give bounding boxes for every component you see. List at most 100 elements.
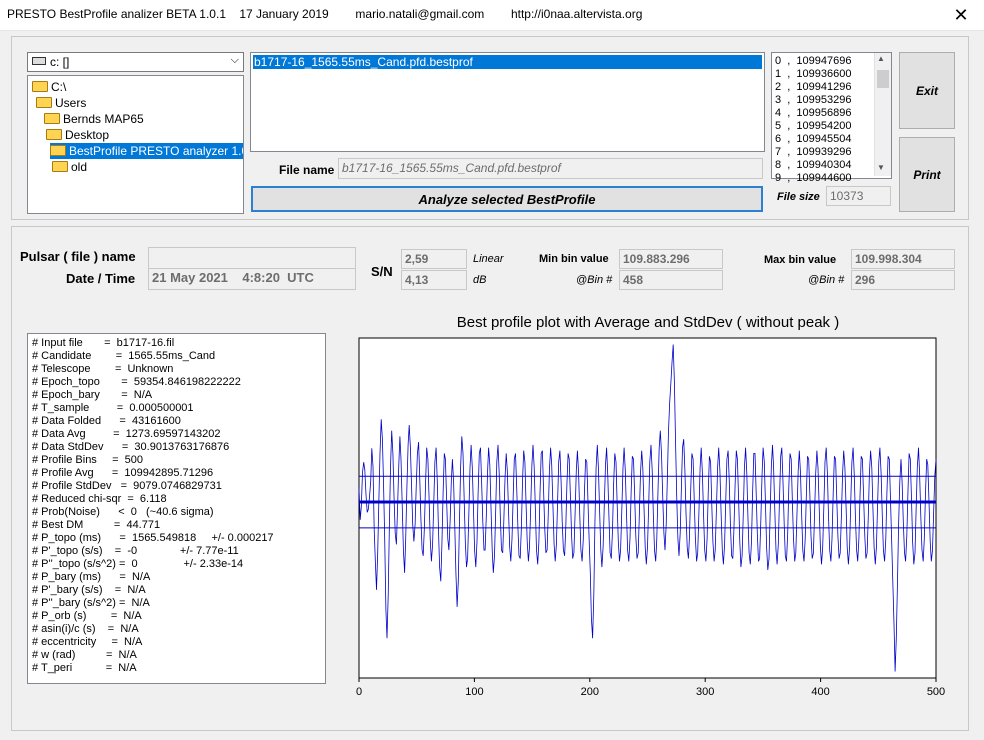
value-row[interactable]: 1 , 109936600 [775, 68, 851, 81]
file-list[interactable]: b1717-16_1565.55ms_Cand.pfd.bestprof [250, 52, 765, 152]
max-bin-at-label: @Bin # [808, 274, 845, 286]
info-line: # P'_bary (s/s) = N/A [32, 584, 146, 596]
info-line: # eccentricity = N/A [32, 636, 143, 648]
exit-button[interactable]: Exit [899, 52, 955, 129]
x-tick-label: 300 [696, 686, 714, 697]
info-line: # Data StdDev = 30.9013763176876 [32, 441, 230, 453]
drive-label: c: [] [50, 55, 70, 69]
info-line: # P_topo (ms) = 1565.549818 +/- 0.000217 [32, 532, 274, 544]
file-size-label: File size [777, 191, 820, 203]
info-line: # Profile Avg = 109942895.71296 [32, 467, 214, 479]
value-row[interactable]: 2 , 109941296 [775, 81, 851, 94]
tree-item[interactable]: old [52, 159, 89, 175]
sn-linear-field[interactable]: 2,59 [401, 249, 467, 269]
info-line: # Reduced chi-sqr = 6.118 [32, 493, 167, 505]
value-row[interactable]: 5 , 109954200 [775, 120, 851, 133]
directory-tree[interactable]: C:\ Users Bernds MAP65 Desktop BestProfile P… [27, 75, 244, 214]
tree-item[interactable]: C:\ [32, 79, 68, 95]
profile-chart: 0 100 200 300 400 500 [356, 337, 945, 697]
tree-item[interactable]: Desktop [46, 127, 111, 143]
info-line: # Epoch_bary = N/A [32, 389, 153, 401]
x-tick-label: 400 [811, 686, 829, 697]
sn-db-unit: dB [473, 274, 487, 286]
info-line: # Candidate = 1565.55ms_Cand [32, 350, 216, 362]
file-name-field[interactable]: b1717-16_1565.55ms_Cand.pfd.bestprof [338, 158, 763, 179]
value-row[interactable]: 8 , 109940304 [775, 159, 851, 172]
tree-item-label: Users [55, 96, 87, 110]
analyze-button[interactable]: Analyze selected BestProfile [251, 186, 763, 212]
tree-item[interactable]: Bernds MAP65 [44, 111, 146, 127]
tree-item-label: BestProfile PRESTO analyzer 1.0.1.e [69, 144, 243, 158]
info-line: # Profile Bins = 500 [32, 454, 143, 466]
chevron-down-icon[interactable]: ⌵ [231, 54, 239, 67]
folder-icon [50, 145, 66, 156]
window-title: PRESTO BestProfile analizer BETA 1.0.1 1… [7, 7, 643, 21]
info-line: # Epoch_topo = 59354.846198222222 [32, 376, 241, 388]
max-bin-value[interactable]: 109.998.304 [851, 249, 955, 269]
info-line: # P''_bary (s/s^2) = N/A [32, 597, 150, 609]
title-bar: PRESTO BestProfile analizer BETA 1.0.1 1… [0, 0, 984, 31]
folder-icon [36, 97, 52, 108]
sn-linear-unit: Linear [473, 253, 504, 265]
info-line: # Telescope = Unknown [32, 363, 174, 375]
folder-icon [46, 129, 62, 140]
info-line: # w (rad) = N/A [32, 649, 137, 661]
close-icon[interactable]: ✕ [938, 0, 984, 30]
tree-item-label: Desktop [65, 128, 110, 142]
datetime-label: Date / Time [66, 271, 136, 286]
profile-info-box[interactable]: # Input file = b1717-16.fil # Candidate =… [27, 333, 326, 684]
pulsar-label: Pulsar ( file ) name [20, 249, 136, 264]
tree-item[interactable]: Users [36, 95, 88, 111]
tree-item-label: Bernds MAP65 [63, 112, 144, 126]
sn-db-field[interactable]: 4,13 [401, 270, 467, 290]
value-row[interactable]: 0 , 109947696 [775, 55, 851, 68]
file-name-label: File name [279, 163, 335, 177]
file-list-item[interactable]: b1717-16_1565.55ms_Cand.pfd.bestprof [253, 55, 762, 69]
file-size-field[interactable]: 10373 [826, 186, 891, 206]
max-bin-index[interactable]: 296 [851, 270, 955, 290]
min-bin-index[interactable]: 458 [619, 270, 723, 290]
info-line: # T_sample = 0.000500001 [32, 402, 194, 414]
info-line: # asin(i)/c (s) = N/A [32, 623, 139, 635]
value-row[interactable]: 3 , 109953296 [775, 94, 851, 107]
drive-select[interactable]: c: [] ⌵ [27, 52, 244, 72]
info-line: # Data Avg = 1273.69597143202 [32, 428, 221, 440]
x-tick-label: 500 [927, 686, 945, 697]
info-line: # Prob(Noise) < 0 (~40.6 sigma) [32, 506, 214, 518]
info-line: # P''_topo (s/s^2) = 0 +/- 2.33e-14 [32, 558, 244, 570]
x-tick-label: 0 [356, 686, 362, 697]
tree-item-label: C:\ [51, 80, 67, 94]
scroll-down-icon[interactable]: ▼ [877, 163, 885, 172]
max-bin-label: Max bin value [764, 254, 837, 266]
info-line: # Profile StdDev = 9079.0746829731 [32, 480, 222, 492]
tree-item[interactable]: BestProfile PRESTO analyzer 1.0.1.e [50, 143, 243, 159]
value-row[interactable]: 4 , 109956896 [775, 107, 851, 120]
min-bin-value[interactable]: 109.883.296 [619, 249, 723, 269]
min-bin-label: Min bin value [539, 253, 609, 265]
info-line: # P_bary (ms) = N/A [32, 571, 151, 583]
plot-area [358, 337, 937, 679]
value-row[interactable]: 7 , 109939296 [775, 146, 851, 159]
datetime-field[interactable]: 21 May 2021 4:8:20 UTC [148, 268, 356, 290]
tree-item-label: old [71, 160, 88, 174]
info-line: # Input file = b1717-16.fil [32, 337, 175, 349]
info-line: # Data Folded = 43161600 [32, 415, 181, 427]
scroll-thumb[interactable] [877, 70, 889, 88]
folder-icon [32, 81, 48, 92]
values-list[interactable]: ▲ ▼ 0 , 109947696 1 , 109936600 2 , 109941… [771, 52, 892, 184]
value-row[interactable]: 6 , 109945504 [775, 133, 851, 146]
print-button[interactable]: Print [899, 137, 955, 212]
folder-icon [44, 113, 60, 124]
scrollbar[interactable]: ▲ ▼ [874, 53, 891, 176]
info-line: # P_orb (s) = N/A [32, 610, 142, 622]
info-line: # Best DM = 44.771 [32, 519, 161, 531]
chart-title: Best profile plot with Average and StdDe… [456, 314, 840, 331]
x-tick-label: 200 [581, 686, 599, 697]
value-row[interactable]: 9 , 109944600 [775, 172, 851, 185]
scroll-up-icon[interactable]: ▲ [877, 54, 885, 63]
drive-icon [32, 57, 46, 65]
sn-label: S/N [371, 264, 393, 279]
pulsar-field[interactable] [148, 247, 356, 269]
x-tick-label: 100 [465, 686, 483, 697]
min-bin-at-label: @Bin # [576, 274, 613, 286]
